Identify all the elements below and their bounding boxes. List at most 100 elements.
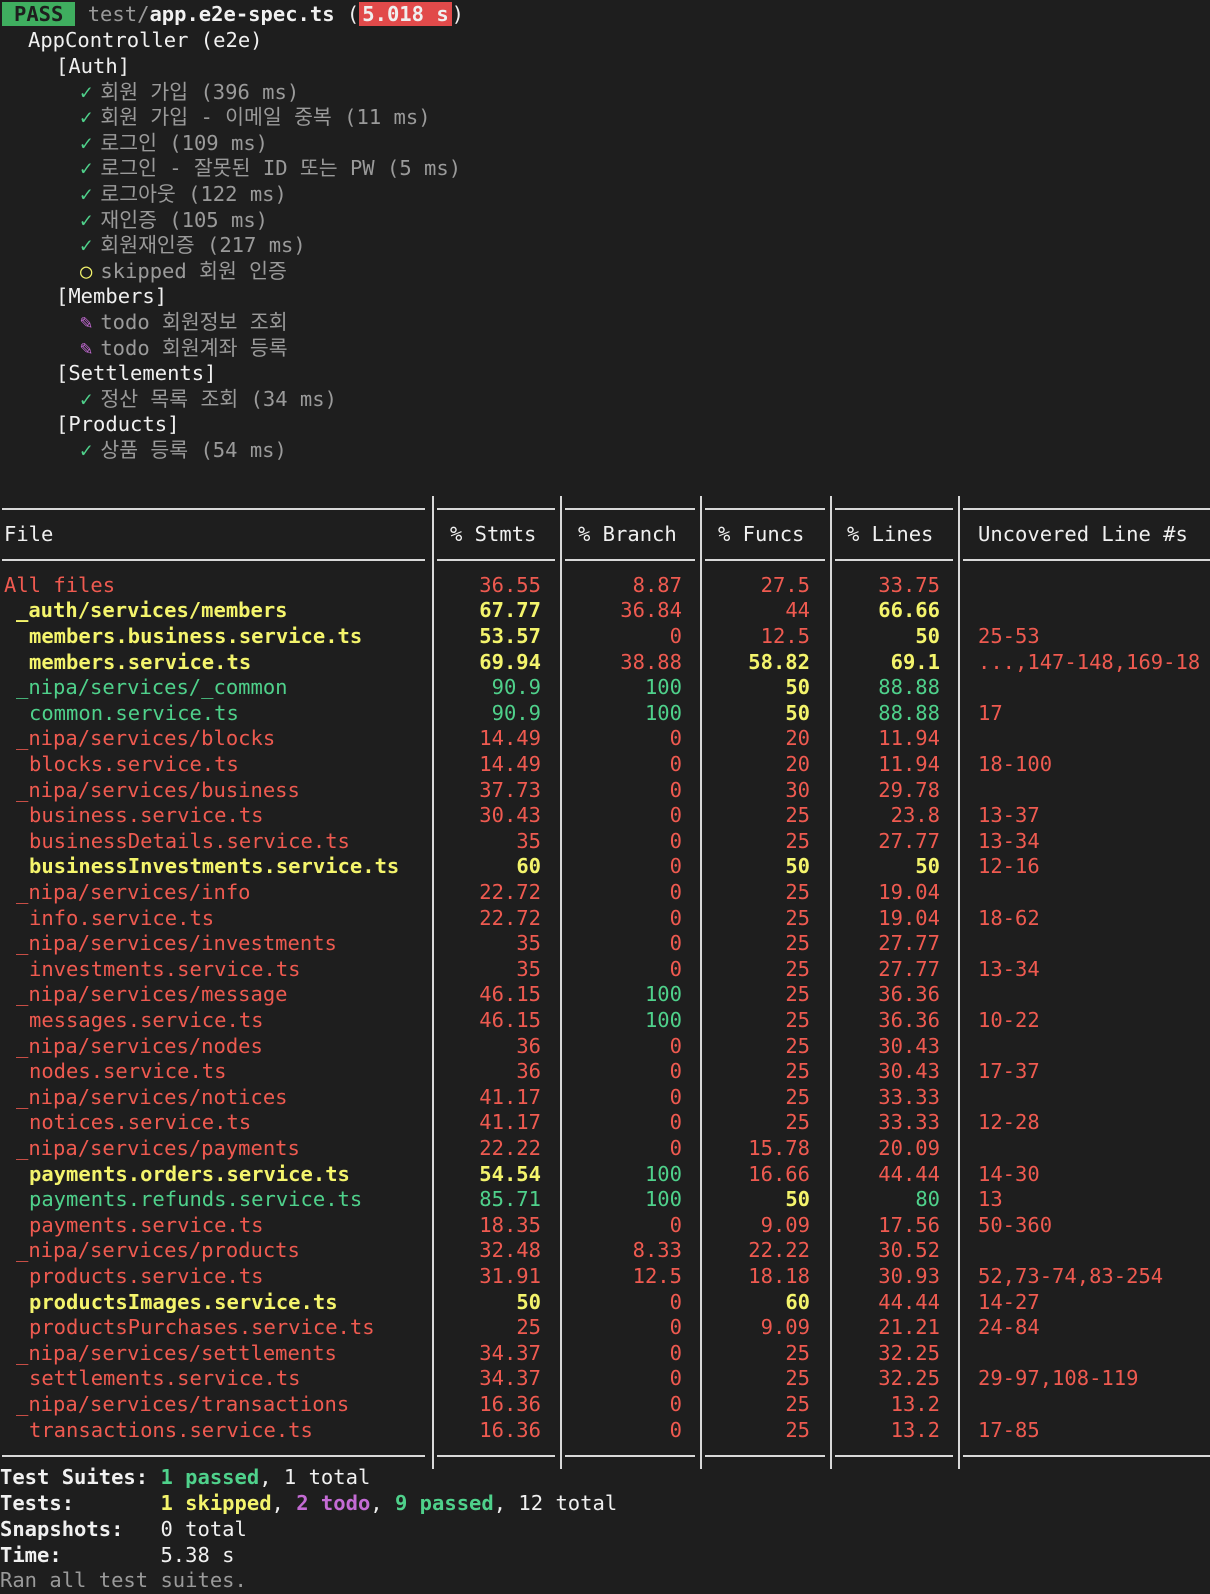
cell-funcs: 25: [785, 1417, 810, 1442]
cell-uncovered-lines: 17-37: [978, 1059, 1040, 1084]
column-divider: [958, 1289, 960, 1316]
coverage-row: notices.service.ts 41.17 0 25 33.33 12-28: [0, 1110, 1210, 1136]
test-name: todo 회원정보 조회: [100, 310, 288, 334]
cell-uncovered-lines: 13-34: [978, 828, 1040, 853]
coverage-file-name: settlements.service.ts: [29, 1366, 301, 1391]
cell-uncovered-lines: 12-16: [978, 854, 1040, 879]
cell-stmts: 85.71: [479, 1187, 541, 1212]
cell-uncovered-lines: 18-62: [978, 905, 1040, 930]
cell-funcs: 44: [785, 598, 810, 623]
cell-uncovered-lines: 50-360: [978, 1212, 1053, 1237]
cell-branch: 100: [644, 1187, 682, 1212]
column-divider: [560, 1084, 562, 1111]
cell-uncovered-lines: 10-22: [978, 1008, 1040, 1032]
cell-lines: 30.93: [878, 1264, 940, 1288]
cell-branch: 0: [669, 1392, 682, 1416]
cell-stmts: 16.36: [479, 1417, 541, 1442]
cell-uncovered-lines: [978, 1392, 1210, 1418]
cell-funcs: 30: [785, 777, 810, 802]
column-divider: [958, 1059, 960, 1085]
cell-branch: 0: [669, 1212, 682, 1237]
column-divider: [830, 1443, 832, 1469]
column-divider: [432, 521, 434, 548]
column-divider: [560, 828, 562, 855]
summary-time-value: 5.38 s: [160, 1543, 235, 1567]
cell-funcs: 50: [785, 675, 810, 700]
check-icon: ✓: [80, 79, 93, 104]
cell-lines: 69.1: [890, 649, 940, 674]
column-divider: [700, 547, 702, 573]
summary-suites: Test Suites: 1 passed, 1 total: [0, 1465, 370, 1491]
cell-funcs: 25: [785, 905, 810, 930]
separator-dash: [963, 1455, 1210, 1458]
check-icon: ✓: [80, 207, 93, 232]
column-divider: [560, 1212, 562, 1239]
column-divider: [958, 624, 960, 650]
summary-snapshots-label: Snapshots:: [0, 1517, 161, 1541]
cell-funcs: 25: [785, 1008, 810, 1032]
column-divider: [958, 726, 960, 752]
cell-lines: 80: [915, 1187, 940, 1212]
cell-funcs: 27.5: [760, 572, 810, 597]
column-divider: [560, 598, 562, 624]
coverage-file-name: investments.service.ts: [29, 956, 301, 981]
cell-uncovered-lines: 13-37: [978, 803, 1040, 828]
coverage-file-name: _nipa/services/_common: [16, 675, 288, 700]
cell-funcs: 25: [785, 956, 810, 981]
cell-uncovered-lines: 13-34: [978, 956, 1040, 981]
coverage-row: productsPurchases.service.ts 25 0 9.09 21.21…: [0, 1315, 1210, 1341]
pass-badge: PASS: [2, 2, 76, 26]
column-divider: [560, 726, 562, 752]
column-divider: [560, 982, 562, 1008]
cell-branch: 100: [644, 675, 682, 700]
summary-suites-passed: 1 passed: [160, 1465, 260, 1489]
coverage-row: messages.service.ts 46.15 100 25 36.36 10-22: [0, 1008, 1210, 1034]
cell-uncovered-lines: 17: [978, 700, 1003, 725]
test-name: 로그인 - 잘못된 ID 또는 PW (5 ms): [100, 156, 462, 181]
separator-dash: [705, 559, 825, 562]
test-name: 상품 등록 (54 ms): [100, 438, 287, 462]
summary-tests-todo: 2 todo: [296, 1491, 371, 1515]
cell-stmts: 46.15: [479, 982, 541, 1007]
cell-branch: 0: [669, 905, 682, 930]
cell-funcs: 25: [785, 1340, 810, 1365]
separator-dash: [565, 508, 695, 510]
column-divider: [560, 1008, 562, 1034]
cell-branch: 0: [669, 1417, 682, 1442]
cell-stmts: 36: [516, 1059, 541, 1084]
check-icon: ✓: [80, 130, 93, 155]
cell-lines: 19.04: [878, 905, 940, 930]
cell-lines: 30.43: [878, 1059, 940, 1084]
column-divider: [560, 905, 562, 932]
cell-stmts: 16.36: [479, 1392, 541, 1416]
test-name: skipped 회원 인증: [100, 258, 287, 283]
cell-branch: 100: [644, 982, 682, 1007]
close-paren: ): [451, 2, 465, 26]
cell-funcs: 18.18: [748, 1264, 810, 1288]
coverage-row: _nipa/services/message 46.15 100 25 36.36: [0, 982, 1210, 1008]
cell-uncovered-lines: 14-27: [978, 1289, 1040, 1314]
cell-lines: 13.2: [890, 1392, 940, 1416]
cell-branch: 8.87: [632, 572, 682, 597]
summary-snapshots-value: 0 total: [160, 1517, 247, 1541]
coverage-file-name: nodes.service.ts: [29, 1059, 227, 1084]
coverage-file-name: _nipa/services/blocks: [16, 726, 276, 751]
column-divider: [958, 1187, 960, 1213]
cell-lines: 36.36: [878, 982, 940, 1007]
coverage-file-name: productsPurchases.service.ts: [29, 1315, 375, 1340]
cell-lines: 33.33: [878, 1084, 940, 1109]
terminal-window: PASS test/app.e2e-spec.ts (5.018 s) AppC…: [0, 0, 1210, 1592]
test-path-file: app.e2e-spec.ts: [149, 2, 335, 26]
cell-funcs: 20: [785, 726, 810, 751]
cell-lines: 27.77: [878, 956, 940, 981]
summary-tests-passed: 9 passed: [394, 1491, 494, 1515]
cell-branch: 0: [669, 777, 682, 802]
coverage-file-name: members.business.service.ts: [29, 624, 363, 648]
coverage-file-name: info.service.ts: [29, 905, 215, 930]
column-divider: [560, 1315, 562, 1341]
test-name: todo 회원계좌 등록: [100, 335, 288, 360]
cell-lines: 27.77: [878, 931, 940, 956]
column-divider: [560, 496, 562, 522]
cell-uncovered-lines: 18-100: [978, 752, 1053, 776]
test-group-title: [Members]: [56, 284, 168, 309]
